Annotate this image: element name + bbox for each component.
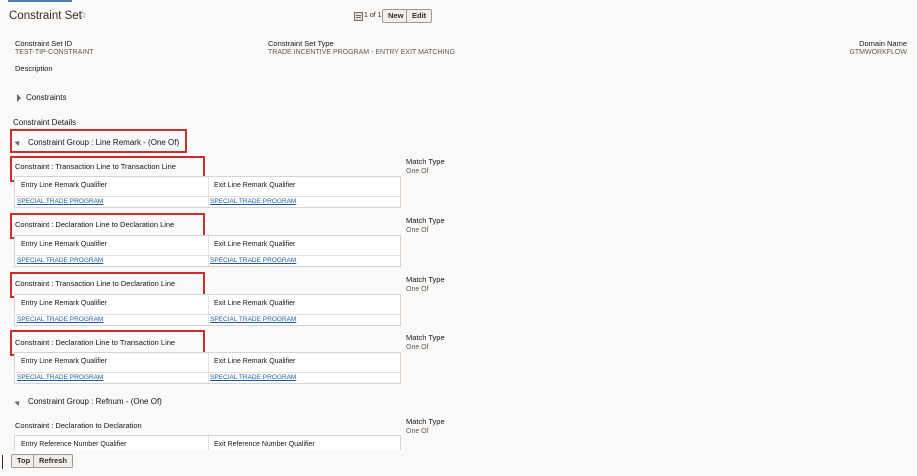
set-id-label: Constraint Set ID	[15, 39, 73, 48]
constraint-title: Constraint : Declaration to Declaration	[15, 421, 142, 430]
exit-qualifier-link[interactable]: SPECIAL TRADE PROGRAM	[210, 316, 296, 323]
column-header: Exit Line Remark Qualifier	[214, 241, 296, 248]
record-list-icon	[354, 12, 363, 21]
set-type-label: Constraint Set Type	[268, 39, 334, 48]
column-header: Entry Line Remark Qualifier	[21, 241, 107, 248]
match-type-label: Match Type	[406, 333, 445, 342]
exit-qualifier-link[interactable]: SPECIAL TRADE PROGRAM	[210, 374, 296, 381]
column-header: Exit Line Remark Qualifier	[214, 182, 296, 189]
bottom-toolbar	[0, 450, 917, 476]
triangle-right-icon[interactable]	[17, 94, 21, 102]
match-type-label: Match Type	[406, 417, 445, 426]
entry-qualifier-link[interactable]: SPECIAL TRADE PROGRAM	[17, 374, 103, 381]
star-outline-icon[interactable]: ☆	[78, 10, 87, 21]
column-header: Exit Line Remark Qualifier	[214, 358, 296, 365]
match-type-label: Match Type	[406, 216, 445, 225]
constraint-table: Entry Line Remark Qualifier Exit Line Re…	[14, 235, 401, 267]
column-divider	[208, 177, 209, 207]
column-header: Entry Line Remark Qualifier	[21, 358, 107, 365]
entry-qualifier-link[interactable]: SPECIAL TRADE PROGRAM	[17, 316, 103, 323]
constraints-section-toggle[interactable]: Constraints	[26, 93, 66, 102]
column-header: Entry Reference Number Qualifier	[21, 441, 127, 448]
match-type-value: One Of	[406, 286, 429, 293]
constraint-title: Constraint : Transaction Line to Declara…	[15, 279, 176, 288]
text-cursor	[2, 455, 3, 469]
pager-text: 1 of 1	[364, 12, 382, 19]
match-type-label: Match Type	[406, 157, 445, 166]
column-header: Entry Line Remark Qualifier	[21, 300, 107, 307]
entry-qualifier-link[interactable]: SPECIAL TRADE PROGRAM	[17, 198, 103, 205]
refresh-button[interactable]: Refresh	[33, 454, 73, 468]
constraint-details-label: Constraint Details	[13, 118, 77, 127]
column-divider	[208, 353, 209, 383]
match-type-value: One Of	[406, 344, 429, 351]
top-accent-line	[8, 0, 72, 2]
column-header: Entry Line Remark Qualifier	[21, 182, 107, 189]
exit-qualifier-link[interactable]: SPECIAL TRADE PROGRAM	[210, 257, 296, 264]
exit-qualifier-link[interactable]: SPECIAL TRADE PROGRAM	[210, 198, 296, 205]
domain-value: GTMWORKFLOW	[849, 49, 907, 56]
domain-label: Domain Name	[859, 39, 907, 48]
description-label: Description	[15, 64, 53, 73]
constraint-table: Entry Line Remark Qualifier Exit Line Re…	[14, 294, 401, 326]
match-type-label: Match Type	[406, 275, 445, 284]
constraint-title: Constraint : Declaration Line to Declara…	[15, 220, 175, 229]
edit-button[interactable]: Edit	[406, 9, 433, 23]
constraint-title: Constraint : Declaration Line to Transac…	[15, 338, 176, 347]
match-type-value: One Of	[406, 168, 429, 175]
set-id-value: TEST-TIP-CONSTRAINT	[15, 49, 94, 56]
column-header: Exit Reference Number Qualifier	[214, 441, 315, 448]
match-type-value: One Of	[406, 227, 429, 234]
triangle-down-icon[interactable]	[14, 396, 24, 407]
group-title[interactable]: Constraint Group : Line Remark - (One Of…	[28, 138, 179, 147]
entry-qualifier-link[interactable]: SPECIAL TRADE PROGRAM	[17, 257, 103, 264]
set-type-value: TRADE INCENTIVE PROGRAM - ENTRY EXIT MAT…	[268, 49, 455, 56]
constraint-table: Entry Line Remark Qualifier Exit Line Re…	[14, 352, 401, 384]
group-title[interactable]: Constraint Group : Refnum - (One Of)	[28, 397, 162, 406]
page-title: Constraint Set	[9, 10, 82, 22]
column-header: Exit Line Remark Qualifier	[214, 300, 296, 307]
column-divider	[208, 236, 209, 266]
constraint-table: Entry Line Remark Qualifier Exit Line Re…	[14, 176, 401, 208]
constraint-title: Constraint : Transaction Line to Transac…	[15, 162, 176, 171]
match-type-value: One Of	[406, 428, 429, 435]
column-divider	[208, 295, 209, 325]
